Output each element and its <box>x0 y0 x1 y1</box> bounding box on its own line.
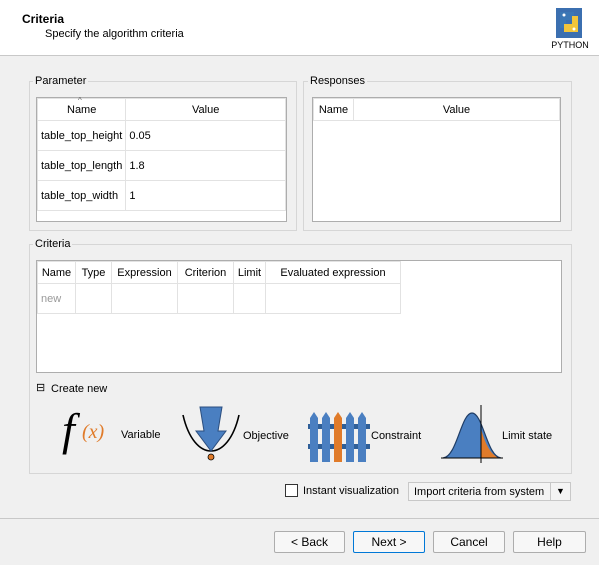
parameter-name-cell: table_top_height <box>36 120 127 151</box>
criteria-group-label: Criteria <box>33 238 73 250</box>
divider <box>0 518 599 519</box>
parameter-name-cell: table_top_length <box>36 150 127 181</box>
empty-cell <box>265 283 401 314</box>
dropdown-arrow-icon[interactable]: ▼ <box>550 483 570 500</box>
import-criteria-button[interactable]: Import criteria from system ▼ <box>408 482 571 501</box>
constraint-icon <box>308 412 370 462</box>
parameter-table: ^ Name Value table_top_height 0.05 table_… <box>36 96 287 222</box>
limit-state-icon <box>441 405 503 463</box>
sort-caret-icon: ^ <box>78 96 82 105</box>
empty-cell <box>177 283 234 314</box>
constraint-label: Constraint <box>371 430 422 442</box>
parameter-name-header[interactable]: ^ Name <box>36 96 127 121</box>
limit-state-label: Limit state <box>502 430 553 442</box>
criteria-expression-header[interactable]: Expression <box>111 261 178 284</box>
criteria-type-header[interactable]: Type <box>75 261 112 284</box>
page-subtitle: Specify the algorithm criteria <box>45 28 184 40</box>
objective-button[interactable]: Objective <box>180 403 295 465</box>
parameter-value-cell[interactable]: 0.05 <box>125 120 286 151</box>
create-new-toggle-icon[interactable]: ⊟ <box>36 381 45 394</box>
table-row[interactable]: table_top_width 1 <box>36 180 286 211</box>
parameter-value-cell[interactable]: 1.8 <box>125 150 286 181</box>
table-row[interactable]: table_top_height 0.05 <box>36 120 286 151</box>
constraint-button[interactable]: Constraint <box>308 410 428 465</box>
responses-value-header[interactable]: Value <box>353 98 560 121</box>
empty-cell <box>75 283 112 314</box>
empty-cell <box>111 283 178 314</box>
responses-group-label: Responses <box>308 75 368 87</box>
responses-name-header[interactable]: Name <box>313 98 354 121</box>
new-row-placeholder[interactable]: new <box>37 283 76 314</box>
help-button[interactable]: Help <box>513 531 586 553</box>
cancel-button[interactable]: Cancel <box>433 531 505 553</box>
page-title: Criteria <box>22 12 65 26</box>
criteria-table: Name Type Expression Criterion Limit Eva… <box>36 260 562 373</box>
instant-visualization-label: Instant visualization <box>303 485 399 497</box>
criteria-criterion-header[interactable]: Criterion <box>177 261 234 284</box>
function-icon: f <box>62 404 75 455</box>
table-row[interactable]: new <box>37 283 401 314</box>
instant-visualization-checkbox[interactable] <box>285 484 298 497</box>
parameter-value-cell[interactable]: 1 <box>125 180 286 211</box>
objective-icon <box>182 406 240 461</box>
next-button[interactable]: Next > <box>353 531 425 553</box>
table-row[interactable]: table_top_length 1.8 <box>36 150 286 181</box>
objective-label: Objective <box>243 430 289 442</box>
variable-label: Variable <box>121 429 161 441</box>
function-x-icon: (x) <box>82 421 105 443</box>
criteria-name-header[interactable]: Name <box>37 261 76 284</box>
parameter-group-label: Parameter <box>33 75 89 87</box>
empty-cell <box>233 283 266 314</box>
parameter-value-header[interactable]: Value <box>125 98 286 121</box>
variable-button[interactable]: f (x) Variable <box>62 404 172 465</box>
import-criteria-label: Import criteria from system <box>414 486 545 498</box>
limit-state-button[interactable]: Limit state <box>441 405 556 465</box>
python-logo-label: PYTHON <box>551 40 589 50</box>
criteria-evaluated-header[interactable]: Evaluated expression <box>265 261 401 284</box>
criteria-limit-header[interactable]: Limit <box>233 261 266 284</box>
parameter-name-cell: table_top_width <box>36 180 127 211</box>
back-button[interactable]: < Back <box>274 531 345 553</box>
create-new-label: Create new <box>51 383 108 395</box>
responses-table: Name Value <box>312 97 561 222</box>
